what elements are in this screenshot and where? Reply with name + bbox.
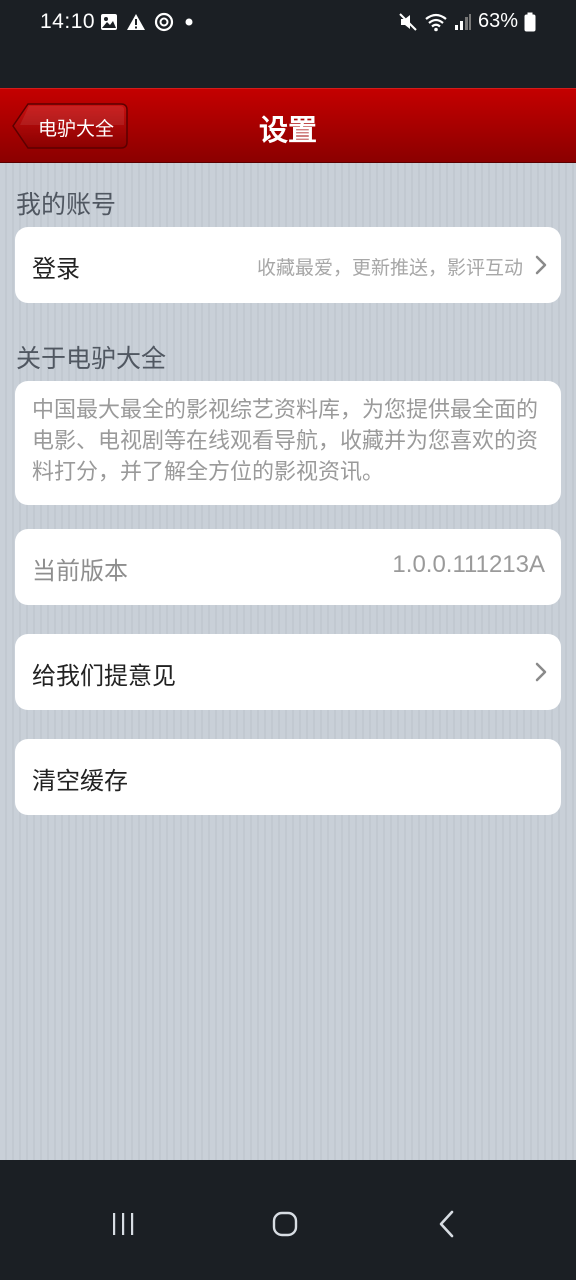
login-label: 登录 [32,255,80,283]
image-icon [100,13,118,31]
chevron-right-icon [535,662,547,686]
settings-content: 我的账号 登录 收藏最爱，更新推送，影评互动 关于电驴大全 中国最大最全的影视综… [0,163,576,1160]
clear-cache-row[interactable]: 清空缓存 [15,739,561,815]
home-icon [256,1210,316,1240]
wifi-icon [424,12,448,32]
feedback-row[interactable]: 给我们提意见 [15,634,561,710]
version-row: 当前版本 1.0.0.111213A [15,529,561,605]
login-hint: 收藏最爱，更新推送，影评互动 [256,257,523,279]
version-label: 当前版本 [32,557,128,585]
status-notification-icons [100,12,196,32]
page-title: 设置 [258,113,317,147]
warning-icon [126,13,146,31]
status-bar: 14:10 63% [0,0,576,88]
section-header-about: 关于电驴大全 [16,344,167,373]
version-value: 1.0.0.111213A [392,551,545,578]
feedback-label: 给我们提意见 [32,662,176,690]
back-icon [418,1210,478,1240]
about-description-card: 中国最大最全的影视综艺资料库，为您提供最全面的电影、电视剧等在线观看导航，收藏并… [15,381,561,505]
section-header-account: 我的账号 [16,190,117,219]
about-description: 中国最大最全的影视综艺资料库，为您提供最全面的电影、电视剧等在线观看导航，收藏并… [32,398,539,485]
sync-icon [154,12,174,32]
system-nav-bar [0,1160,576,1280]
login-row[interactable]: 登录 收藏最爱，更新推送，影评互动 [15,227,561,303]
home-button[interactable] [256,1200,316,1250]
battery-icon [524,12,536,32]
clear-cache-label: 清空缓存 [32,767,128,795]
status-time: 14:10 [40,10,96,33]
system-back-button[interactable] [418,1200,478,1250]
mute-icon [398,12,418,32]
dot-icon [182,15,196,29]
status-system-icons: 63% [398,10,536,33]
battery-percent: 63% [477,10,518,32]
recent-apps-button[interactable] [94,1200,154,1250]
recent-apps-icon [94,1210,154,1240]
signal-icon [454,13,472,31]
title-bar: 电驴大全 设置 [0,88,576,163]
chevron-right-icon [535,255,547,279]
